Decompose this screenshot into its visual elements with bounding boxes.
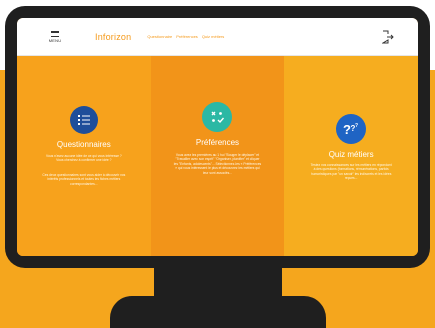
panel-title-preferences: Préférences bbox=[195, 138, 240, 147]
panels-row: Questionnaires Vous n'avez aucune idée d… bbox=[17, 56, 418, 256]
list-icon bbox=[69, 106, 98, 134]
panel-text-questionnaires-2: Ces deux questionnaires sont vous aider … bbox=[42, 173, 126, 186]
monitor-frame: MENU Inforizon Questionnaire Préférences… bbox=[5, 6, 430, 268]
question-marks-icon: ? ? ? bbox=[336, 114, 367, 144]
nav-links: Questionnaire Préférences Quiz métiers bbox=[147, 34, 224, 39]
panel-preferences[interactable]: Préférences Vous avez les premières au 1… bbox=[150, 56, 285, 256]
hamburger-icon bbox=[51, 30, 59, 37]
top-navbar: MENU Inforizon Questionnaire Préférences… bbox=[17, 18, 418, 56]
svg-text:?: ? bbox=[355, 123, 358, 129]
nav-link-preferences[interactable]: Préférences bbox=[176, 34, 198, 39]
panel-title-quiz-metiers: Quiz métiers bbox=[328, 150, 374, 159]
panel-quiz-metiers[interactable]: ? ? ? Quiz métiers Testez vos connaissan… bbox=[284, 56, 418, 256]
brand-logo[interactable]: Inforizon bbox=[95, 32, 131, 42]
nav-link-questionnaire[interactable]: Questionnaire bbox=[147, 34, 172, 39]
menu-label: MENU bbox=[48, 37, 62, 43]
smiley-icon bbox=[202, 102, 233, 132]
monitor-base bbox=[110, 296, 326, 328]
panel-questionnaires[interactable]: Questionnaires Vous n'avez aucune idée d… bbox=[17, 56, 151, 256]
panel-text-questionnaires-1: Vous n'avez aucune idée de ce qui vous i… bbox=[45, 154, 122, 163]
panel-title-questionnaires: Questionnaires bbox=[56, 140, 111, 149]
panel-text-preferences: Vous avez les premières au 1 hui "Bouger… bbox=[173, 153, 262, 175]
panel-text-quiz-metiers: Testez vos connaissances sur les métiers… bbox=[310, 163, 392, 181]
monitor-screen: MENU Inforizon Questionnaire Préférences… bbox=[17, 18, 418, 256]
nav-link-quiz-metiers[interactable]: Quiz métiers bbox=[202, 34, 224, 39]
logout-icon[interactable] bbox=[382, 30, 394, 44]
menu-button[interactable]: MENU bbox=[33, 30, 77, 43]
